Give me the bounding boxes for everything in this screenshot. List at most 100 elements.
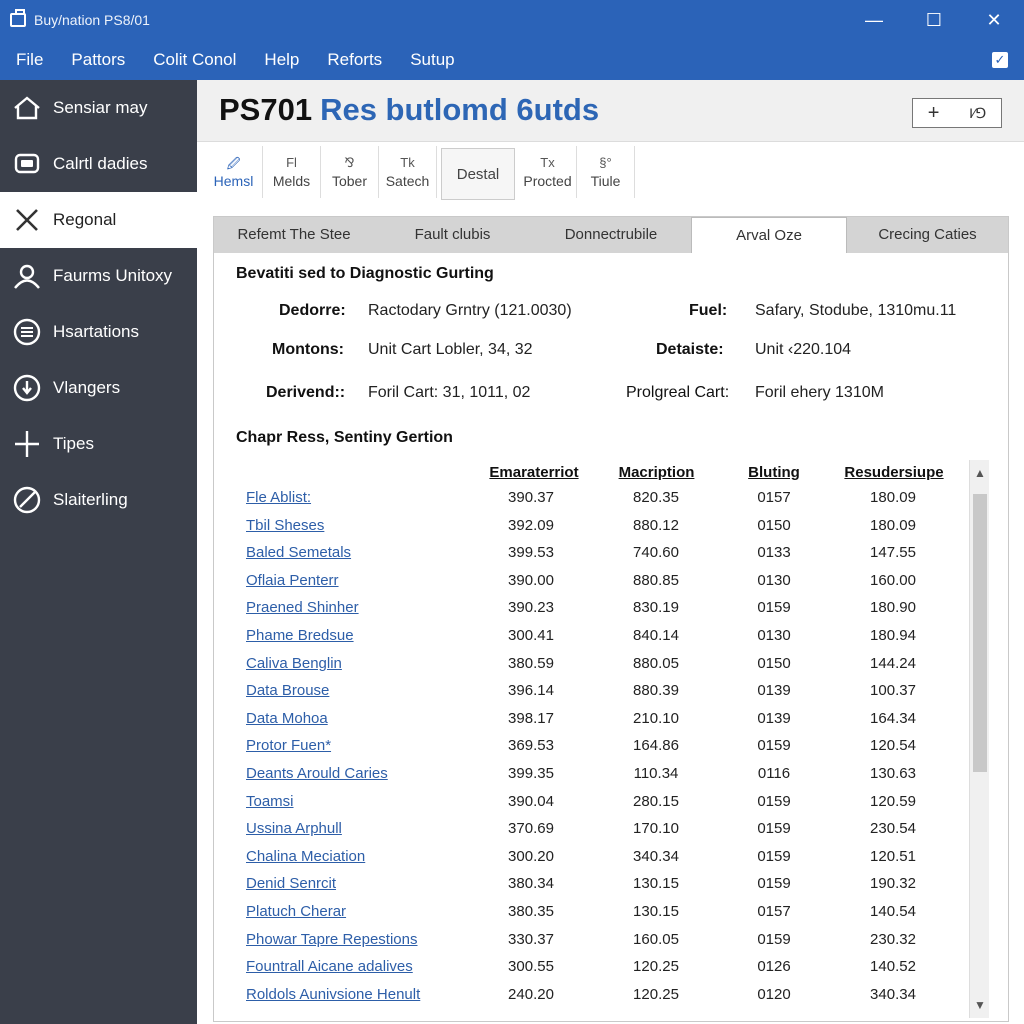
- tool-procted[interactable]: Tx Procted: [519, 146, 577, 198]
- tool-melds[interactable]: Fl Melds: [263, 146, 321, 198]
- field-key: Derivend::: [266, 384, 346, 401]
- row-value: 0130: [757, 627, 791, 644]
- tab-fault-clubis[interactable]: Fault clubis: [374, 217, 531, 253]
- row-value: 370.69: [508, 820, 554, 838]
- row-value: 0116: [757, 765, 791, 782]
- sidebar-item-label: Slaiterling: [53, 490, 128, 509]
- page-title-accent: Res butlomd 6utds: [320, 92, 600, 127]
- menu-help[interactable]: Help: [250, 40, 313, 80]
- table-row[interactable]: Protor Fuen* 369.53 164.86 0159 120.54: [214, 737, 964, 764]
- tab-crecing-caties[interactable]: Crecing Caties: [847, 217, 1008, 253]
- close-button[interactable]: ✕: [964, 0, 1024, 40]
- sidebar-item-vlangers[interactable]: Vlangers: [0, 360, 197, 416]
- row-name-link[interactable]: Praened Shinher: [246, 599, 359, 616]
- menu-sutup[interactable]: Sutup: [396, 40, 468, 80]
- table-row[interactable]: Phowar Tapre Repestions 330.37 160.05 0159 2…: [214, 931, 964, 958]
- menu-file[interactable]: File: [0, 40, 57, 80]
- table-row[interactable]: Data Mohoa 398.17 210.10 0139 164.34: [214, 710, 964, 737]
- menu-colit-conol[interactable]: Colit Conol: [139, 40, 250, 80]
- table-row[interactable]: Phame Bredsue 300.41 840.14 0130 180.94: [214, 627, 964, 654]
- table-row[interactable]: Caliva Benglin 380.59 880.05 0150 144.24: [214, 655, 964, 682]
- column-header[interactable]: Emaraterriot: [479, 464, 589, 481]
- field-key: Montons:: [272, 341, 344, 358]
- sidebar-item-tipes[interactable]: Tipes: [0, 416, 197, 472]
- tool-hemsl[interactable]: 🖉 Hemsl: [205, 146, 263, 198]
- sidebar-item-faurms-unitoxy[interactable]: Faurms Unitoxy: [0, 248, 197, 304]
- tab-donnectrubile[interactable]: Donnectrubile: [531, 217, 691, 253]
- table-row[interactable]: Tbil Sheses 392.09 880.12 0150 180.09: [214, 517, 964, 544]
- table-row[interactable]: Denid Senrcit 380.34 130.15 0159 190.32: [214, 875, 964, 902]
- tool-tiule[interactable]: §° Tiule: [577, 146, 635, 198]
- column-header[interactable]: Macription: [604, 464, 709, 481]
- cross-icon: [12, 429, 42, 459]
- row-name-link[interactable]: Baled Semetals: [246, 544, 351, 561]
- tool-tober[interactable]: ⅋ Tober: [321, 146, 379, 198]
- sidebar-item-slaiterling[interactable]: Slaiterling: [0, 472, 197, 528]
- row-name-link[interactable]: Toamsi: [246, 793, 294, 810]
- title-bar: Buy/nation PS8/01 — ☐ ✕: [0, 0, 1024, 40]
- row-name-link[interactable]: Fountrall Aicane adalives: [246, 958, 413, 975]
- sidebar-item-calrtl-dadies[interactable]: Calrtl dadies: [0, 136, 197, 192]
- row-value: 140.54: [870, 903, 916, 920]
- scroll-up-icon[interactable]: ▲: [970, 460, 990, 486]
- maximize-button[interactable]: ☐: [904, 0, 964, 40]
- tool-satech[interactable]: Tk Satech: [379, 146, 437, 198]
- table-row[interactable]: Platuch Cherar 380.35 130.15 0157 140.54: [214, 903, 964, 930]
- row-value: 0139: [757, 709, 791, 727]
- table-row[interactable]: Toamsi 390.04 280.15 0159 120.59: [214, 793, 964, 820]
- row-name-link[interactable]: Phame Bredsue: [246, 627, 354, 644]
- row-name-link[interactable]: Fle Ablist:: [246, 489, 311, 506]
- table-row[interactable]: Ussina Arphull 370.69 170.10 0159 230.54: [214, 820, 964, 847]
- menu-pattors[interactable]: Pattors: [57, 40, 139, 80]
- row-name-link[interactable]: Oflaia Penterr: [246, 572, 339, 589]
- minimize-button[interactable]: —: [844, 0, 904, 40]
- row-name-link[interactable]: Denid Senrcit: [246, 875, 336, 892]
- row-name-link[interactable]: Roldols Aunivsione Henult: [246, 986, 420, 1003]
- row-name-link[interactable]: Ussina Arphull: [246, 820, 342, 837]
- row-name-link[interactable]: Data Mohoa: [246, 710, 328, 727]
- tab-arval-oze[interactable]: Arval Oze: [691, 217, 847, 253]
- table-row[interactable]: Data Brouse 396.14 880.39 0139 100.37: [214, 682, 964, 709]
- row-value: 0120: [757, 985, 791, 1003]
- vertical-scrollbar[interactable]: ▲ ▼: [969, 460, 989, 1018]
- sidebar-item-hsartations[interactable]: Hsartations: [0, 304, 197, 360]
- header-action-button[interactable]: + I⁄⅁: [912, 98, 1002, 128]
- sidebar-item-label: Vlangers: [53, 378, 121, 397]
- row-value: 390.04: [508, 792, 554, 810]
- table-row[interactable]: Deants Arould Caries 399.35 110.34 0116 130.…: [214, 765, 964, 792]
- scroll-down-icon[interactable]: ▼: [970, 992, 990, 1018]
- table-row[interactable]: Praened Shinher 390.23 830.19 0159 180.90: [214, 599, 964, 626]
- table-row[interactable]: Fountrall Aicane adalives 300.55 120.25 012…: [214, 958, 964, 985]
- sidebar-item-regonal[interactable]: Regonal: [0, 192, 197, 248]
- checkbox-icon[interactable]: ✓: [992, 52, 1008, 68]
- row-value: 164.86: [633, 737, 679, 755]
- row-name-link[interactable]: Deants Arould Caries: [246, 765, 388, 782]
- row-name-link[interactable]: Tbil Sheses: [246, 517, 324, 534]
- scroll-thumb[interactable]: [973, 494, 987, 772]
- table-row[interactable]: Oflaia Penterr 390.00 880.85 0130 160.00: [214, 572, 964, 599]
- table-row[interactable]: Baled Semetals 399.53 740.60 0133 147.55: [214, 544, 964, 571]
- table-row[interactable]: Chalina Meciation 300.20 340.34 0159 120.51: [214, 848, 964, 875]
- sidebar-item-sensiar-may[interactable]: Sensiar may: [0, 80, 197, 136]
- row-name-link[interactable]: Phowar Tapre Repestions: [246, 931, 418, 948]
- table-row[interactable]: Roldols Aunivsione Henult 240.20 120.25 012…: [214, 986, 964, 1013]
- row-value: 340.34: [633, 847, 679, 865]
- tab-refemt[interactable]: Refemt The Stee: [214, 217, 374, 253]
- row-name-link[interactable]: Data Brouse: [246, 682, 329, 699]
- row-name-link[interactable]: Caliva Benglin: [246, 655, 342, 672]
- column-header[interactable]: Bluting: [729, 464, 819, 481]
- menu-reforts[interactable]: Reforts: [313, 40, 396, 80]
- row-value: 130.15: [633, 875, 679, 893]
- row-value: 0126: [757, 958, 791, 976]
- toolbar: 🖉 Hemsl Fl Melds ⅋ Tober Tk Satech Desta…: [205, 146, 635, 200]
- row-value: 160.00: [870, 571, 916, 589]
- row-name-link[interactable]: Chalina Meciation: [246, 848, 365, 865]
- tool-destal[interactable]: Destal: [441, 148, 515, 200]
- column-header[interactable]: Resudersiupe: [839, 464, 949, 481]
- row-value: 180.09: [870, 489, 916, 506]
- row-name-link[interactable]: Protor Fuen*: [246, 737, 331, 754]
- content-panel: Refemt The Stee Fault clubis Donnectrubi…: [213, 216, 1009, 1022]
- row-name-link[interactable]: Platuch Cherar: [246, 903, 346, 920]
- ampersand-icon: ⅋: [344, 155, 355, 170]
- table-row[interactable]: Fle Ablist: 390.37 820.35 0157 180.09: [214, 489, 964, 516]
